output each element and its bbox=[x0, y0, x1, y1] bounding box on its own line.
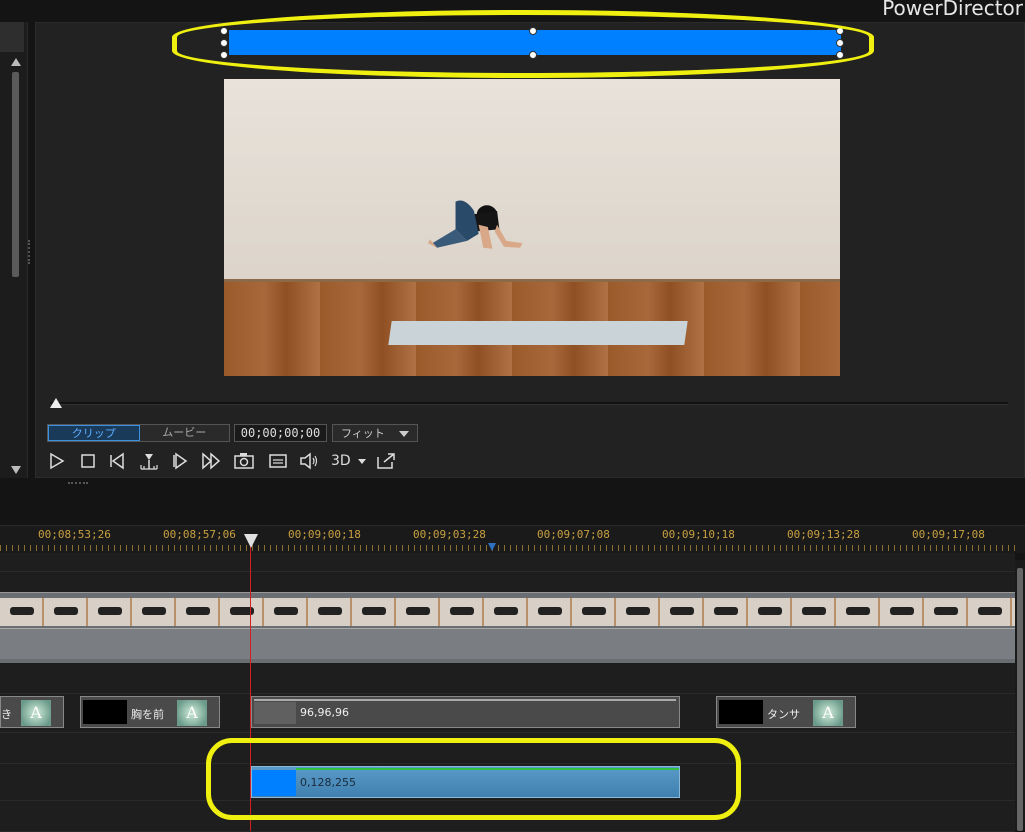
ruler-tick-label: 00;09;13;28 bbox=[787, 528, 860, 541]
clip-mode-button[interactable]: クリップ bbox=[48, 425, 140, 441]
play-button[interactable] bbox=[49, 452, 65, 470]
preview-video-frame[interactable] bbox=[224, 79, 840, 376]
zoom-dropdown[interactable]: フィット bbox=[332, 424, 418, 442]
camera-icon bbox=[234, 453, 254, 469]
library-scroll-thumb[interactable] bbox=[12, 72, 19, 277]
timeline-scroll-thumb[interactable] bbox=[1017, 568, 1023, 831]
3d-mode-button[interactable]: 3D bbox=[331, 452, 369, 470]
title-clip-label: タンサ bbox=[767, 708, 800, 721]
timeline-track-empty[interactable] bbox=[0, 553, 1015, 572]
title-a-icon: A bbox=[813, 700, 843, 726]
ruler-tick-label: 00;09;07;08 bbox=[537, 528, 610, 541]
title-a-icon: A bbox=[177, 700, 207, 726]
panel-splitter-vertical[interactable] bbox=[28, 240, 33, 264]
title-a-icon: A bbox=[21, 700, 51, 726]
title-clip-label: き bbox=[1, 708, 12, 721]
chevron-down-icon bbox=[358, 458, 367, 464]
scroll-down-icon[interactable] bbox=[11, 466, 21, 474]
library-tab[interactable] bbox=[0, 22, 24, 52]
timeline-track-empty[interactable] bbox=[0, 663, 1015, 694]
undock-button[interactable] bbox=[376, 452, 396, 470]
next-frame-button[interactable] bbox=[171, 452, 189, 470]
movie-mode-button[interactable]: ムービー bbox=[140, 425, 230, 441]
scroll-up-icon[interactable] bbox=[11, 58, 21, 66]
video-person bbox=[427, 200, 523, 249]
stop-icon bbox=[81, 454, 95, 468]
color-clip-grey[interactable]: 96,96,96 bbox=[251, 696, 680, 728]
clip-color-swatch bbox=[254, 702, 296, 724]
timecode-display[interactable]: 00;00;00;00 bbox=[234, 424, 327, 442]
stop-button[interactable] bbox=[80, 452, 96, 470]
previous-frame-icon bbox=[110, 452, 124, 470]
seek-slider-handle[interactable] bbox=[50, 398, 62, 408]
title-clip[interactable]: き A bbox=[0, 696, 64, 728]
zoom-dropdown-value: フィット bbox=[341, 427, 385, 440]
video-yoga-mat bbox=[388, 321, 688, 345]
subtitle-button[interactable] bbox=[268, 452, 288, 470]
title-clip[interactable]: 胸を前 A bbox=[80, 696, 220, 728]
split-button[interactable] bbox=[140, 452, 158, 470]
previous-frame-button[interactable] bbox=[109, 452, 127, 470]
undock-icon bbox=[377, 453, 395, 469]
panel-splitter-horizontal[interactable] bbox=[68, 482, 88, 486]
title-clip-thumbnail bbox=[83, 700, 127, 724]
fast-forward-button[interactable] bbox=[201, 452, 221, 470]
subtitle-icon bbox=[269, 454, 287, 468]
color-clip-label: 96,96,96 bbox=[300, 706, 349, 719]
highlight-annotation-title bbox=[172, 10, 874, 78]
ruler-tick-label: 00;09;10;18 bbox=[662, 528, 735, 541]
ruler-tick-label: 00;08;53;26 bbox=[38, 528, 111, 541]
video-filmstrip bbox=[0, 598, 1015, 626]
title-clip-label: 胸を前 bbox=[131, 708, 164, 721]
app-title: PowerDirector bbox=[882, 0, 1023, 20]
clip-top-line bbox=[254, 699, 676, 701]
fast-forward-icon bbox=[202, 452, 221, 470]
3d-label: 3D bbox=[331, 453, 351, 469]
ruler-tick-label: 00;09;00;18 bbox=[288, 528, 361, 541]
ruler-ticks bbox=[0, 545, 1015, 551]
volume-icon bbox=[300, 452, 318, 470]
title-clip-thumbnail bbox=[719, 700, 763, 724]
play-icon bbox=[50, 452, 65, 470]
title-clip[interactable]: タンサ A bbox=[716, 696, 856, 728]
clip-movie-toggle: クリップ ムービー bbox=[47, 424, 230, 442]
next-frame-icon bbox=[173, 452, 188, 470]
preview-seek-bar[interactable] bbox=[50, 402, 1008, 405]
snapshot-button[interactable] bbox=[234, 452, 254, 470]
chevron-down-icon bbox=[399, 431, 409, 437]
ruler-tick-label: 00;09;03;28 bbox=[413, 528, 486, 541]
highlight-annotation-clip bbox=[206, 738, 741, 820]
volume-button[interactable] bbox=[299, 452, 319, 470]
ruler-tick-label: 00;09;17;08 bbox=[912, 528, 985, 541]
audio-waveform-strip[interactable] bbox=[0, 628, 1015, 659]
ruler-tick-label: 00;08;57;06 bbox=[163, 528, 236, 541]
timeline-track-empty[interactable] bbox=[0, 572, 1015, 593]
split-icon bbox=[140, 454, 158, 470]
